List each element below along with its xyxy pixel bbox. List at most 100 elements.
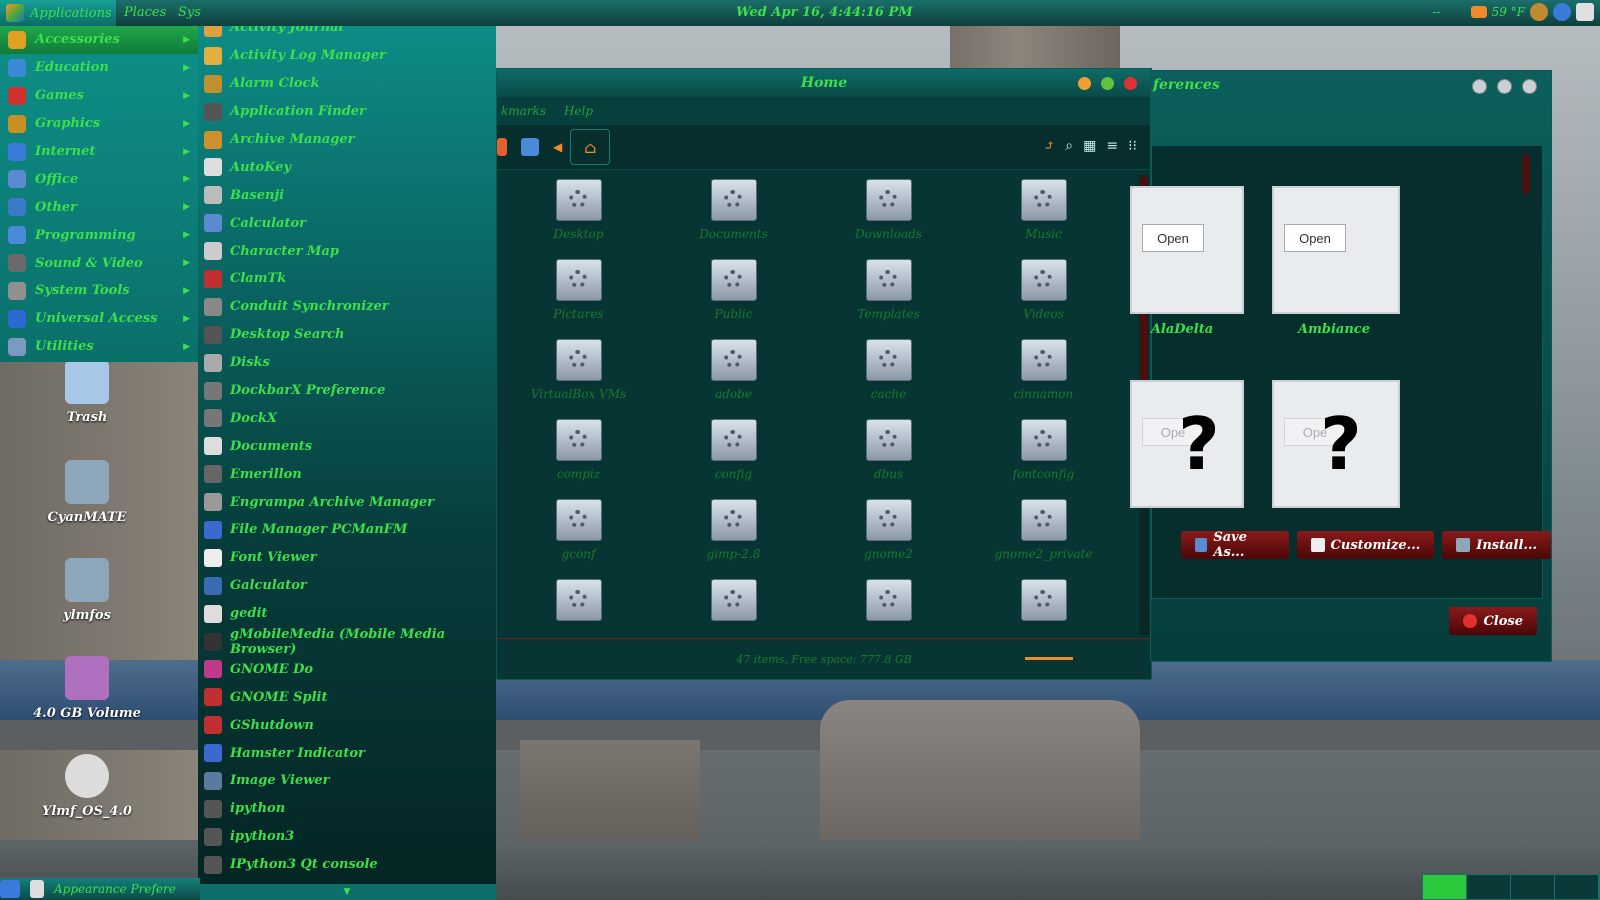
- close-dialog-button[interactable]: Close: [1449, 607, 1537, 635]
- computer-icon[interactable]: [521, 138, 539, 156]
- submenu-item[interactable]: ClamTk: [198, 265, 496, 293]
- submenu-item[interactable]: Emerillon: [198, 460, 496, 488]
- menu-item-internet[interactable]: Internet ▶: [0, 138, 198, 166]
- clock[interactable]: Wed Apr 16, 4:44:16 PM: [736, 5, 913, 20]
- timer-icon[interactable]: [1530, 3, 1548, 21]
- file-item[interactable]: [811, 575, 966, 635]
- home-icon[interactable]: [497, 138, 507, 156]
- submenu-item[interactable]: gedit: [198, 600, 496, 628]
- file-item[interactable]: VirtualBox VMs: [501, 335, 656, 415]
- submenu-item[interactable]: GNOME Split: [198, 683, 496, 711]
- submenu-item[interactable]: DockX: [198, 404, 496, 432]
- window-titlebar[interactable]: ferences: [1151, 71, 1551, 99]
- submenu-item[interactable]: Alarm Clock: [198, 70, 496, 98]
- places-menu[interactable]: Places: [124, 5, 166, 20]
- battery-icon[interactable]: [1576, 3, 1594, 21]
- workspace-1[interactable]: [1423, 875, 1467, 899]
- workspace-3[interactable]: [1511, 875, 1555, 899]
- maximize-button[interactable]: [1497, 79, 1512, 94]
- menu-item-universal-access[interactable]: Universal Access ▶: [0, 305, 198, 333]
- theme-preview-unknown[interactable]: Ope ?: [1130, 380, 1244, 508]
- file-item[interactable]: config: [656, 415, 811, 495]
- taskbar-item-appearance[interactable]: Appearance Prefere: [54, 882, 176, 896]
- file-item[interactable]: cinnamon: [966, 335, 1121, 415]
- submenu-item[interactable]: DockbarX Preference: [198, 377, 496, 405]
- zoom-icon[interactable]: ⌕: [1065, 138, 1073, 154]
- file-item[interactable]: Pictures: [501, 255, 656, 335]
- submenu-item[interactable]: ipython3: [198, 823, 496, 851]
- window-titlebar[interactable]: Home: [497, 69, 1151, 97]
- theme-preview-aladelta[interactable]: Open: [1130, 186, 1244, 314]
- menu-item-education[interactable]: Education ▶: [0, 54, 198, 82]
- submenu-item[interactable]: Font Viewer: [198, 544, 496, 572]
- minimize-button[interactable]: [1078, 77, 1091, 90]
- file-item[interactable]: Music: [966, 175, 1121, 255]
- theme-preview-unknown[interactable]: Ope ?: [1272, 380, 1400, 508]
- submenu-item[interactable]: Activity Log Manager: [198, 42, 496, 70]
- submenu-item[interactable]: GNOME Do: [198, 655, 496, 683]
- submenu-item[interactable]: Character Map: [198, 237, 496, 265]
- menu-item-office[interactable]: Office ▶: [0, 165, 198, 193]
- file-item[interactable]: Desktop: [501, 175, 656, 255]
- menu-help[interactable]: Help: [564, 104, 593, 118]
- close-button[interactable]: [1522, 79, 1537, 94]
- file-item[interactable]: gnome2: [811, 495, 966, 575]
- menu-item-other[interactable]: Other ▶: [0, 193, 198, 221]
- file-item[interactable]: gconf: [501, 495, 656, 575]
- submenu-item[interactable]: Hamster Indicator: [198, 739, 496, 767]
- weather-icon[interactable]: [1470, 6, 1487, 18]
- file-item[interactable]: [966, 575, 1121, 635]
- save-as-button[interactable]: Save As...: [1181, 530, 1289, 560]
- submenu-item[interactable]: GShutdown: [198, 711, 496, 739]
- desktop-icon-cyanmate[interactable]: CyanMATE: [32, 460, 142, 525]
- file-item[interactable]: Downloads: [811, 175, 966, 255]
- workspace-4[interactable]: [1555, 875, 1599, 899]
- file-item[interactable]: Documents: [656, 175, 811, 255]
- menu-item-sound-video[interactable]: Sound & Video ▶: [0, 249, 198, 277]
- submenu-item[interactable]: Engrampa Archive Manager: [198, 488, 496, 516]
- submenu-item[interactable]: Archive Manager: [198, 126, 496, 154]
- submenu-item[interactable]: AutoKey: [198, 153, 496, 181]
- desktop-icon-ylmfos[interactable]: ylmfos: [32, 558, 142, 623]
- close-button[interactable]: [1124, 77, 1137, 90]
- submenu-item[interactable]: Conduit Synchronizer: [198, 293, 496, 321]
- file-item[interactable]: dbus: [811, 415, 966, 495]
- icon-view-icon[interactable]: ▦: [1083, 138, 1096, 154]
- submenu-item[interactable]: Calculator: [198, 209, 496, 237]
- submenu-item[interactable]: Desktop Search: [198, 321, 496, 349]
- file-item[interactable]: compiz: [501, 415, 656, 495]
- menu-bookmarks[interactable]: kmarks: [501, 104, 546, 118]
- file-item[interactable]: fontconfig: [966, 415, 1121, 495]
- file-item[interactable]: [656, 575, 811, 635]
- weather-temp[interactable]: 59 °F: [1492, 5, 1525, 19]
- submenu-item[interactable]: File Manager PCManFM: [198, 516, 496, 544]
- menu-item-accessories[interactable]: Accessories ▶: [0, 26, 198, 54]
- submenu-item[interactable]: Disks: [198, 349, 496, 377]
- compact-view-icon[interactable]: ⁝⁝: [1128, 138, 1137, 154]
- desktop-icon-trash[interactable]: Trash: [32, 360, 142, 425]
- scroll-thumb[interactable]: [1522, 154, 1530, 194]
- show-desktop-icon[interactable]: [0, 880, 20, 898]
- minimize-button[interactable]: [1472, 79, 1487, 94]
- breadcrumb-home[interactable]: ⌂: [570, 129, 611, 165]
- file-item[interactable]: Public: [656, 255, 811, 335]
- submenu-item[interactable]: Application Finder: [198, 98, 496, 126]
- theme-preview-ambiance[interactable]: Open: [1272, 186, 1400, 314]
- back-arrow-icon[interactable]: ◀: [553, 140, 562, 154]
- file-item[interactable]: [501, 575, 656, 635]
- submenu-item[interactable]: IPython3 Qt console: [198, 851, 496, 879]
- submenu-item[interactable]: gMobileMedia (Mobile Media Browser): [198, 627, 496, 657]
- maximize-button[interactable]: [1101, 77, 1114, 90]
- menu-item-games[interactable]: Games ▶: [0, 82, 198, 110]
- sort-icon[interactable]: ⤴: [1044, 138, 1056, 154]
- install-button[interactable]: Install...: [1442, 531, 1551, 559]
- submenu-item[interactable]: ipython: [198, 795, 496, 823]
- network-icon[interactable]: [1553, 3, 1571, 21]
- submenu-item[interactable]: Image Viewer: [198, 767, 496, 795]
- file-item[interactable]: cache: [811, 335, 966, 415]
- list-view-icon[interactable]: ≡: [1106, 138, 1118, 154]
- menu-item-graphics[interactable]: Graphics ▶: [0, 110, 198, 138]
- system-menu[interactable]: Sys: [178, 5, 201, 20]
- submenu-item[interactable]: Documents: [198, 432, 496, 460]
- submenu-item[interactable]: Galculator: [198, 572, 496, 600]
